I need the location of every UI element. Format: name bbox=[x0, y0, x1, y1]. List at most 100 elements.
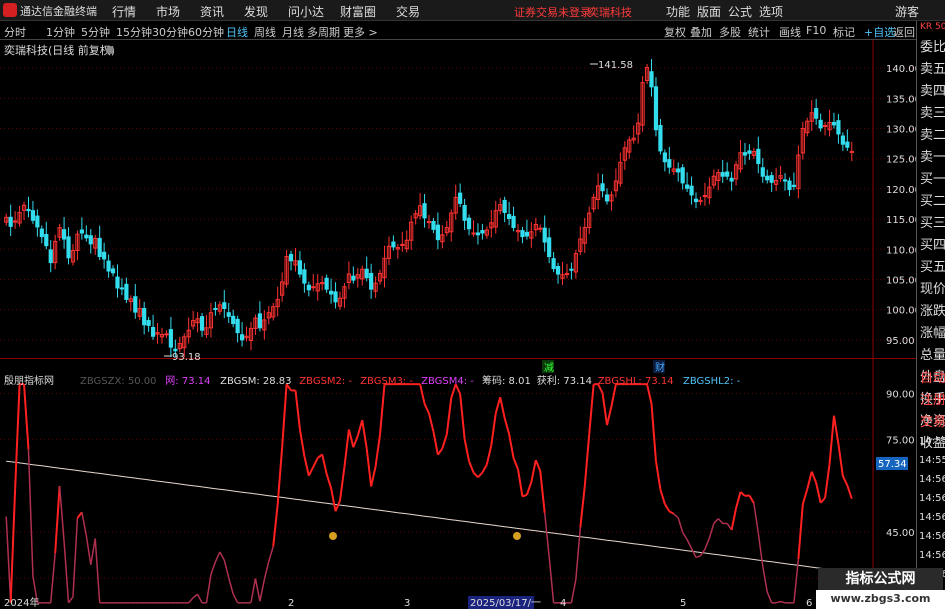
tick-time: 14:55 bbox=[919, 455, 945, 466]
menu-item[interactable]: 公式 bbox=[728, 3, 752, 20]
menu-item[interactable]: 功能 bbox=[666, 3, 690, 20]
quote-side-panel: KR 500委比卖五卖四卖三卖二卖一买一买二买三买四买五现价涨跌涨幅总量外盘换手… bbox=[916, 21, 945, 609]
period-tab[interactable]: 1分钟 bbox=[46, 24, 75, 40]
overlay-button[interactable]: 叠加 bbox=[690, 24, 712, 40]
oscillator-segment bbox=[263, 561, 270, 580]
candle-body bbox=[79, 229, 84, 234]
menu-item[interactable]: 市场 bbox=[156, 3, 180, 20]
oscillator-segment bbox=[58, 485, 65, 542]
tick-time: 14:56 bbox=[919, 550, 945, 561]
menu-item[interactable]: 问小达 bbox=[288, 3, 324, 20]
period-tab[interactable]: 周线 bbox=[254, 24, 276, 40]
oscillator-segment bbox=[525, 481, 533, 496]
side-label[interactable]: 注册 bbox=[920, 390, 945, 412]
oscillator-segment bbox=[67, 596, 74, 604]
period-tab[interactable]: 60分钟 bbox=[188, 24, 224, 40]
candle-body bbox=[173, 348, 178, 352]
oscillator-segment bbox=[797, 504, 804, 560]
f10-button[interactable]: F10 bbox=[806, 24, 826, 37]
candle-body bbox=[742, 152, 748, 156]
period-tab[interactable]: 多周期 bbox=[307, 24, 340, 40]
statistics-button[interactable]: 统计 bbox=[748, 24, 770, 40]
menu-item[interactable]: 选项 bbox=[759, 3, 783, 20]
watermark-url: www.zbgs3.com bbox=[816, 590, 945, 609]
oscillator-segment bbox=[677, 517, 684, 533]
oscillator-segment bbox=[90, 538, 96, 565]
period-tab[interactable]: 15分钟 bbox=[116, 24, 152, 40]
oscillator-segment bbox=[339, 466, 346, 501]
period-tab[interactable]: 月线 bbox=[282, 24, 304, 40]
y-tick-label: 120.00 bbox=[886, 185, 916, 196]
candle-body bbox=[702, 195, 708, 198]
candle-body bbox=[685, 184, 690, 189]
candle-body bbox=[769, 175, 774, 183]
y-tick-label: 115.00 bbox=[886, 215, 916, 226]
oscillator-segment bbox=[762, 566, 768, 593]
oscillator-segment bbox=[428, 413, 435, 432]
period-tab[interactable]: 分时 bbox=[4, 24, 26, 40]
oscillator-segment bbox=[766, 591, 773, 604]
x-tick-label: 2 bbox=[288, 598, 294, 609]
oscillator-segment bbox=[686, 539, 693, 549]
period-tab[interactable]: 5分钟 bbox=[81, 24, 110, 40]
candle-body bbox=[226, 312, 231, 317]
menu-item[interactable]: 发现 bbox=[244, 3, 268, 20]
candle-body bbox=[235, 318, 240, 334]
candle-body bbox=[462, 205, 467, 221]
zbgsm-line bbox=[6, 460, 852, 573]
oscillator-segment bbox=[485, 445, 493, 465]
y-tick-label: 100.00 bbox=[886, 306, 916, 317]
candle-body bbox=[119, 287, 125, 290]
oscillator-segment bbox=[432, 431, 439, 456]
add-watchlist-button[interactable]: +自选 bbox=[864, 24, 895, 40]
chart-settings-icon[interactable] bbox=[106, 46, 114, 54]
oscillator-segment bbox=[356, 419, 364, 437]
candle-body bbox=[542, 227, 547, 243]
menu-item[interactable]: 版面 bbox=[697, 3, 721, 20]
oscillator-segment bbox=[583, 434, 591, 487]
oscillator-segment bbox=[477, 471, 484, 479]
tick-time: 14:56 bbox=[919, 531, 945, 542]
guest-button[interactable]: 游客 bbox=[895, 3, 919, 20]
oscillator-segment bbox=[54, 485, 61, 554]
side-label[interactable]: 自动 bbox=[920, 368, 945, 390]
legend-item: ZBGSM4: - bbox=[421, 376, 474, 387]
candle-body bbox=[400, 243, 405, 246]
oscillator-segment bbox=[673, 513, 679, 519]
candle-body bbox=[600, 183, 605, 192]
oscillator-segment bbox=[72, 518, 79, 597]
side-label: 卖四 bbox=[920, 84, 945, 99]
multi-stock-button[interactable]: 多股 bbox=[719, 24, 741, 40]
restore-rights-button[interactable]: 复权 bbox=[664, 24, 686, 40]
more-periods-button[interactable]: 更多 > bbox=[343, 24, 378, 40]
side-label[interactable]: 交易 bbox=[920, 412, 945, 434]
back-button[interactable]: 返回 bbox=[893, 24, 915, 40]
menu-item[interactable]: 交易 bbox=[396, 3, 420, 20]
period-tab[interactable]: 30分钟 bbox=[152, 24, 188, 40]
oscillator-segment bbox=[650, 403, 657, 462]
oscillator-segment bbox=[468, 460, 475, 473]
candle-body bbox=[391, 241, 396, 248]
candle-body bbox=[302, 269, 307, 284]
oscillator-segment bbox=[307, 466, 315, 477]
menu-item[interactable]: 行情 bbox=[112, 3, 136, 20]
candle-body bbox=[422, 203, 427, 219]
y-tick-label: 105.00 bbox=[886, 275, 916, 286]
draw-line-button[interactable]: 画线 bbox=[779, 24, 801, 40]
side-label: 卖五 bbox=[920, 62, 945, 77]
candle-body bbox=[333, 291, 338, 303]
menu-item[interactable]: 资讯 bbox=[200, 3, 224, 20]
candle-body bbox=[658, 124, 663, 152]
candle-body bbox=[680, 167, 685, 184]
mark-button[interactable]: 标记 bbox=[833, 24, 855, 40]
oscillator-segment bbox=[9, 488, 17, 603]
oscillator-segment bbox=[334, 500, 341, 512]
kline-chart[interactable]: 奕瑞科技(日线 前复权) 141.58 93.18 减 财 140.00 135.… bbox=[0, 40, 916, 609]
legend-item: 获利: 73.14 bbox=[537, 375, 592, 387]
login-warning[interactable]: 证券交易未登录 bbox=[514, 4, 591, 20]
oscillator-segment bbox=[708, 523, 715, 539]
menu-item[interactable]: 财富圈 bbox=[340, 3, 376, 20]
x-tick-label: 6 bbox=[806, 598, 812, 609]
period-tab-active[interactable]: 日线 bbox=[226, 24, 248, 40]
indicator-y-axis: 90.0075.0045.0030.00 bbox=[886, 389, 915, 585]
